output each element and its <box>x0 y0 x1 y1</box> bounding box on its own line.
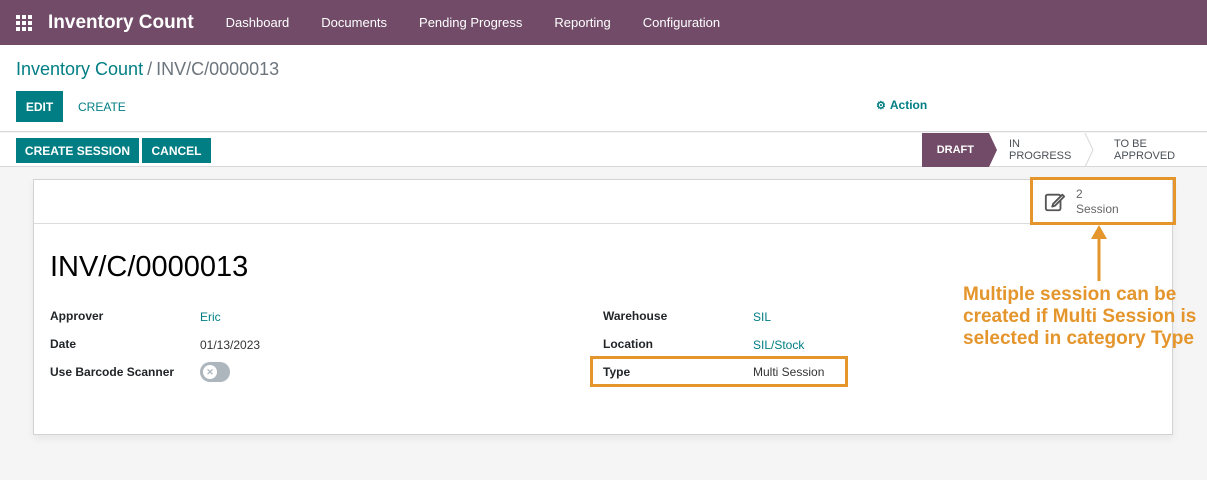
barcode-scanner-toggle[interactable]: ✕ <box>200 362 230 382</box>
stage-in-progress[interactable]: IN PROGRESS <box>989 133 1094 167</box>
edit-button[interactable]: EDIT <box>16 91 63 122</box>
session-highlight-box <box>1030 177 1176 225</box>
menu-dashboard[interactable]: Dashboard <box>210 0 306 45</box>
stage-label: DRAFT <box>936 144 974 156</box>
control-panel: Inventory Count / INV/C/0000013 EDIT CREAT… <box>0 45 1207 132</box>
location-label: Location <box>603 337 653 351</box>
location-value[interactable]: SIL/Stock <box>753 338 804 352</box>
menu-documents[interactable]: Documents <box>305 0 403 45</box>
approver-value[interactable]: Eric <box>200 310 221 324</box>
warehouse-value[interactable]: SIL <box>753 310 771 324</box>
gear-icon: ⚙ <box>876 99 886 112</box>
arrow-up-icon <box>1091 225 1107 281</box>
create-session-button[interactable]: CREATE SESSION <box>16 138 139 163</box>
button-box: 2 Session <box>34 180 1172 224</box>
action-dropdown[interactable]: ⚙ Action <box>876 98 927 112</box>
breadcrumb-separator: / <box>147 59 153 79</box>
statusbar: CREATE SESSION CANCEL DRAFT IN PROGRESS … <box>0 133 1207 167</box>
top-navbar: Inventory Count Dashboard Documents Pend… <box>0 0 1207 45</box>
stage-draft[interactable]: DRAFT <box>921 133 997 167</box>
action-label: Action <box>889 98 928 112</box>
document-title: INV/C/0000013 <box>50 251 249 283</box>
annotation-note: Multiple session can be created if Multi… <box>963 284 1197 349</box>
chevron-right-icon <box>1084 133 1094 167</box>
close-icon: ✕ <box>203 365 217 379</box>
approver-label: Approver <box>50 309 104 323</box>
date-value[interactable]: 01/13/2023 <box>200 338 260 352</box>
menu-configuration[interactable]: Configuration <box>627 0 736 45</box>
warehouse-label: Warehouse <box>603 309 668 323</box>
app-title[interactable]: Inventory Count <box>48 12 194 34</box>
stage-pipeline: DRAFT IN PROGRESS TO BE APPROVED <box>921 133 1207 167</box>
menu-pending-progress[interactable]: Pending Progress <box>403 0 538 45</box>
breadcrumb: Inventory Count / INV/C/0000013 <box>16 59 279 80</box>
stage-to-be-approved[interactable]: TO BE APPROVED <box>1094 133 1207 167</box>
breadcrumb-parent[interactable]: Inventory Count <box>16 59 143 79</box>
grid-icon[interactable] <box>0 0 48 45</box>
menu-reporting[interactable]: Reporting <box>538 0 626 45</box>
cancel-button[interactable]: CANCEL <box>142 138 211 163</box>
create-button[interactable]: CREATE <box>78 91 126 122</box>
date-label: Date <box>50 337 77 351</box>
stage-label: TO BE APPROVED <box>1114 138 1176 162</box>
barcode-scanner-label: Use Barcode Scanner <box>50 365 175 379</box>
breadcrumb-current: INV/C/0000013 <box>156 59 280 79</box>
stage-label: IN PROGRESS <box>1009 138 1072 162</box>
type-highlight-box <box>590 356 848 387</box>
